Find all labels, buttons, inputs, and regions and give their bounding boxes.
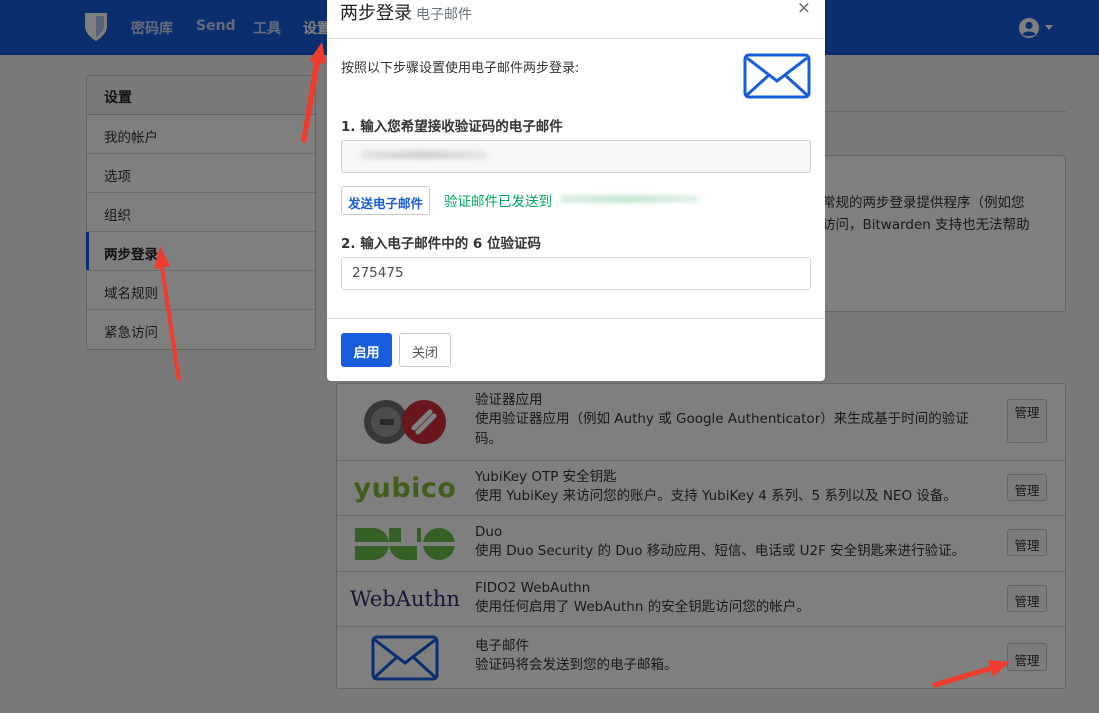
modal-title-text: 两步登录 bbox=[340, 3, 412, 24]
modal-subtitle: 电子邮件 bbox=[416, 7, 472, 23]
modal-header: 两步登录 电子邮件 × bbox=[327, 0, 825, 39]
email-sent-message: 验证邮件已发送到 bbox=[444, 194, 552, 210]
envelope-icon bbox=[743, 53, 811, 99]
enable-button[interactable]: 启用 bbox=[341, 333, 392, 367]
step2-label: 2. 输入电子邮件中的 6 位验证码 bbox=[341, 236, 542, 252]
redacted-email-value bbox=[361, 151, 487, 159]
modal-footer-divider bbox=[327, 318, 825, 319]
send-email-button[interactable]: 发送电子邮件 bbox=[341, 186, 430, 215]
verification-code-input[interactable]: 275475 bbox=[341, 257, 811, 290]
modal-intro-text: 按照以下步骤设置使用电子邮件两步登录: bbox=[341, 61, 580, 76]
redacted-sent-address bbox=[560, 195, 700, 203]
close-icon[interactable]: × bbox=[797, 0, 811, 18]
email-two-step-modal: 两步登录 电子邮件 × 按照以下步骤设置使用电子邮件两步登录: 1. 输入您希望接… bbox=[327, 0, 825, 381]
close-button[interactable]: 关闭 bbox=[399, 333, 451, 367]
modal-title: 两步登录 电子邮件 bbox=[340, 0, 472, 25]
step1-label: 1. 输入您希望接收验证码的电子邮件 bbox=[341, 119, 563, 135]
